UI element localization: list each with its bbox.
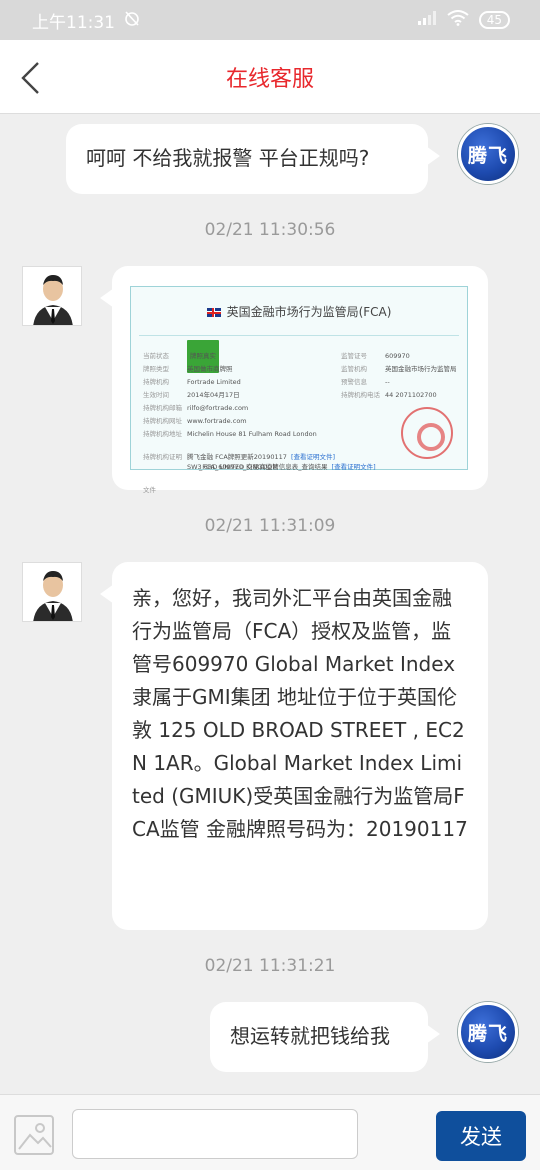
official-seal-icon (401, 407, 453, 459)
alarm-off-icon (123, 9, 141, 32)
message-bubble-outgoing: 呵呵 不给我就报警 平台正规吗? (66, 124, 440, 194)
image-button[interactable] (14, 1115, 54, 1155)
send-button[interactable]: 发送 (436, 1111, 526, 1161)
message-bubble-incoming: 亲，您好，我司外汇平台由英国金融行为监管局（FCA）授权及监管，监管号60997… (100, 562, 488, 930)
message-text: 呵呵 不给我就报警 平台正规吗? (86, 146, 370, 170)
avatar[interactable] (22, 562, 82, 622)
cert-label: 持牌机构电话 (341, 391, 380, 399)
cert-value: _FCA_609970_交易商监管信息表_查询结果 (199, 463, 328, 471)
message-timestamp: 02/21 11:30:56 (204, 220, 336, 240)
chevron-left-icon (21, 62, 39, 94)
uk-flag-icon (206, 308, 221, 317)
page-title: 在线客服 (225, 66, 314, 92)
agent-avatar-icon (23, 563, 81, 621)
message-timestamp: 02/21 11:31:09 (204, 516, 336, 536)
battery-indicator: 45 (478, 11, 510, 29)
message-timestamp: 02/21 11:31:21 (204, 956, 336, 976)
cert-label: 持牌机构证明文件 (143, 453, 182, 494)
message-bubble-image[interactable]: 英国金融市场行为监管局(FCA) 当前状态 牌照真实 牌照类型 英国做市商牌照 持牌… (100, 266, 488, 494)
avatar[interactable]: 腾飞 (458, 1002, 518, 1062)
avatar[interactable] (22, 266, 82, 326)
message-bubble-outgoing: 想运转就把钱给我 (210, 1002, 440, 1072)
message-text: 亲，您好，我司外汇平台由英国金融行为监管局（FCA）授权及监管，监管号60997… (132, 586, 468, 841)
cert-link[interactable]: [查看证明文件] (332, 451, 376, 484)
wifi-icon (447, 9, 469, 31)
avatar-label: 腾飞 (467, 1022, 508, 1045)
status-bar: 上午11:31 45 (0, 0, 540, 40)
status-time: 上午11:31 (32, 12, 115, 33)
nav-bar: 在线客服 (0, 40, 540, 114)
message-input[interactable] (72, 1109, 358, 1159)
chat-area[interactable]: 呵呵 不给我就报警 平台正规吗? 腾飞 02/21 11:30:56 英国金融市… (0, 114, 540, 1094)
back-button[interactable] (18, 60, 46, 96)
image-icon (18, 1123, 52, 1150)
avatar[interactable]: 腾飞 (458, 124, 518, 184)
agent-avatar-icon (23, 267, 81, 325)
license-certificate-image[interactable]: 英国金融市场行为监管局(FCA) 当前状态 牌照真实 牌照类型 英国做市商牌照 持牌… (130, 286, 468, 494)
message-text: 想运转就把钱给我 (230, 1024, 390, 1048)
input-bar: 发送 (0, 1094, 540, 1170)
signal-icon (417, 10, 437, 31)
avatar-label: 腾飞 (467, 144, 508, 167)
certificate-title: 英国金融市场行为监管局(FCA) (226, 305, 392, 319)
